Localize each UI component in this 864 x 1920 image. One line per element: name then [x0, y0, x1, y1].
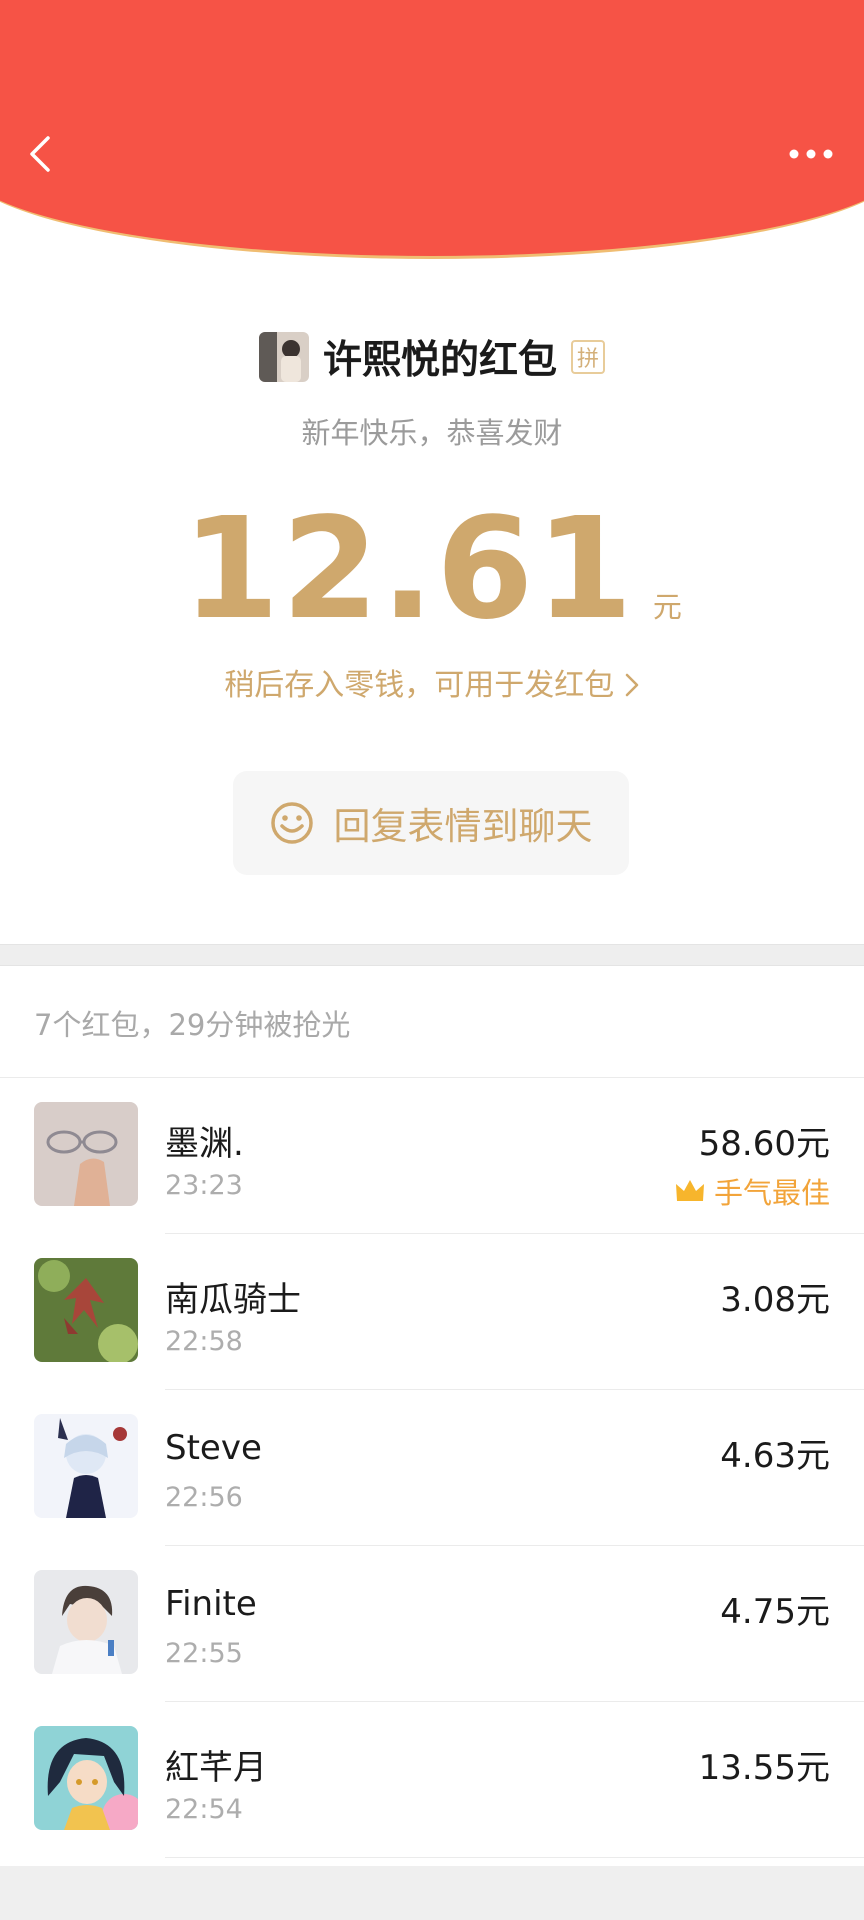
- packet-summary: 7个红包，29分钟被抢光: [34, 1008, 351, 1042]
- greeting-message: 新年快乐，恭喜发财: [301, 416, 563, 450]
- avatar[interactable]: [34, 1258, 138, 1362]
- recipient-amount: 3.08元: [720, 1280, 830, 1320]
- recipient-name: 南瓜骑士: [165, 1280, 301, 1320]
- section-divider: [0, 944, 864, 966]
- back-button[interactable]: [24, 136, 60, 172]
- avatar[interactable]: [34, 1570, 138, 1674]
- crown-icon: [675, 1180, 704, 1201]
- recipient-time: 22:58: [165, 1326, 243, 1357]
- best-luck-badge: 手气最佳: [674, 1170, 830, 1212]
- bottom-band: [0, 1866, 864, 1920]
- wallet-hint-link[interactable]: 稍后存入零钱，可用于发红包: [0, 660, 864, 704]
- recipient-time: 22:54: [165, 1794, 243, 1825]
- chevron-left-icon: [30, 136, 50, 172]
- avatar[interactable]: [34, 1102, 138, 1206]
- list-item[interactable]: Steve 22:56 4.63元: [0, 1390, 864, 1546]
- list-item[interactable]: 南瓜骑士 22:58 3.08元: [0, 1234, 864, 1390]
- recipient-name: Finite: [165, 1584, 257, 1624]
- recipient-name: 紅芊月: [165, 1748, 267, 1788]
- chevron-right-icon: [625, 673, 639, 697]
- recipient-name: Steve: [165, 1428, 262, 1468]
- amount-unit: 元: [652, 590, 682, 624]
- recipient-list: 墨渊. 23:23 58.60元 手气最佳 南瓜骑士 22:58 3.08元 S…: [0, 1078, 864, 1858]
- avatar[interactable]: [34, 1726, 138, 1830]
- sender-row: 许熙悦的红包 拼: [0, 330, 864, 384]
- best-luck-label: 手气最佳: [713, 1176, 830, 1210]
- list-item[interactable]: 紅芊月 22:54 13.55元: [0, 1702, 864, 1858]
- red-packet-title: 许熙悦的红包: [322, 338, 557, 383]
- recipient-amount: 13.55元: [698, 1748, 830, 1788]
- header-background: [0, 0, 864, 259]
- reply-emoji-button[interactable]: 回复表情到聊天: [233, 771, 629, 875]
- avatar[interactable]: [34, 1414, 138, 1518]
- recipient-name: 墨渊.: [165, 1124, 244, 1164]
- sender-avatar[interactable]: [258, 332, 309, 382]
- recipient-amount: 4.63元: [720, 1436, 830, 1476]
- divider: [165, 1857, 864, 1858]
- smiley-icon: [270, 802, 313, 844]
- recipient-time: 22:55: [165, 1638, 243, 1669]
- recipient-time: 23:23: [165, 1170, 243, 1201]
- recipient-amount: 58.60元: [698, 1124, 830, 1164]
- more-button[interactable]: [786, 140, 836, 168]
- pin-badge: 拼: [571, 340, 605, 374]
- more-horizontal-icon: [789, 149, 833, 159]
- amount-value: 12.61: [182, 488, 635, 651]
- wallet-hint-text: 稍后存入零钱，可用于发红包: [224, 668, 615, 703]
- list-item[interactable]: 墨渊. 23:23 58.60元 手气最佳: [0, 1078, 864, 1234]
- list-item[interactable]: Finite 22:55 4.75元: [0, 1546, 864, 1702]
- reply-button-label: 回复表情到聊天: [333, 805, 593, 848]
- recipient-amount: 4.75元: [720, 1592, 830, 1632]
- recipient-time: 22:56: [165, 1482, 243, 1513]
- received-amount: 12.61 元: [0, 500, 864, 640]
